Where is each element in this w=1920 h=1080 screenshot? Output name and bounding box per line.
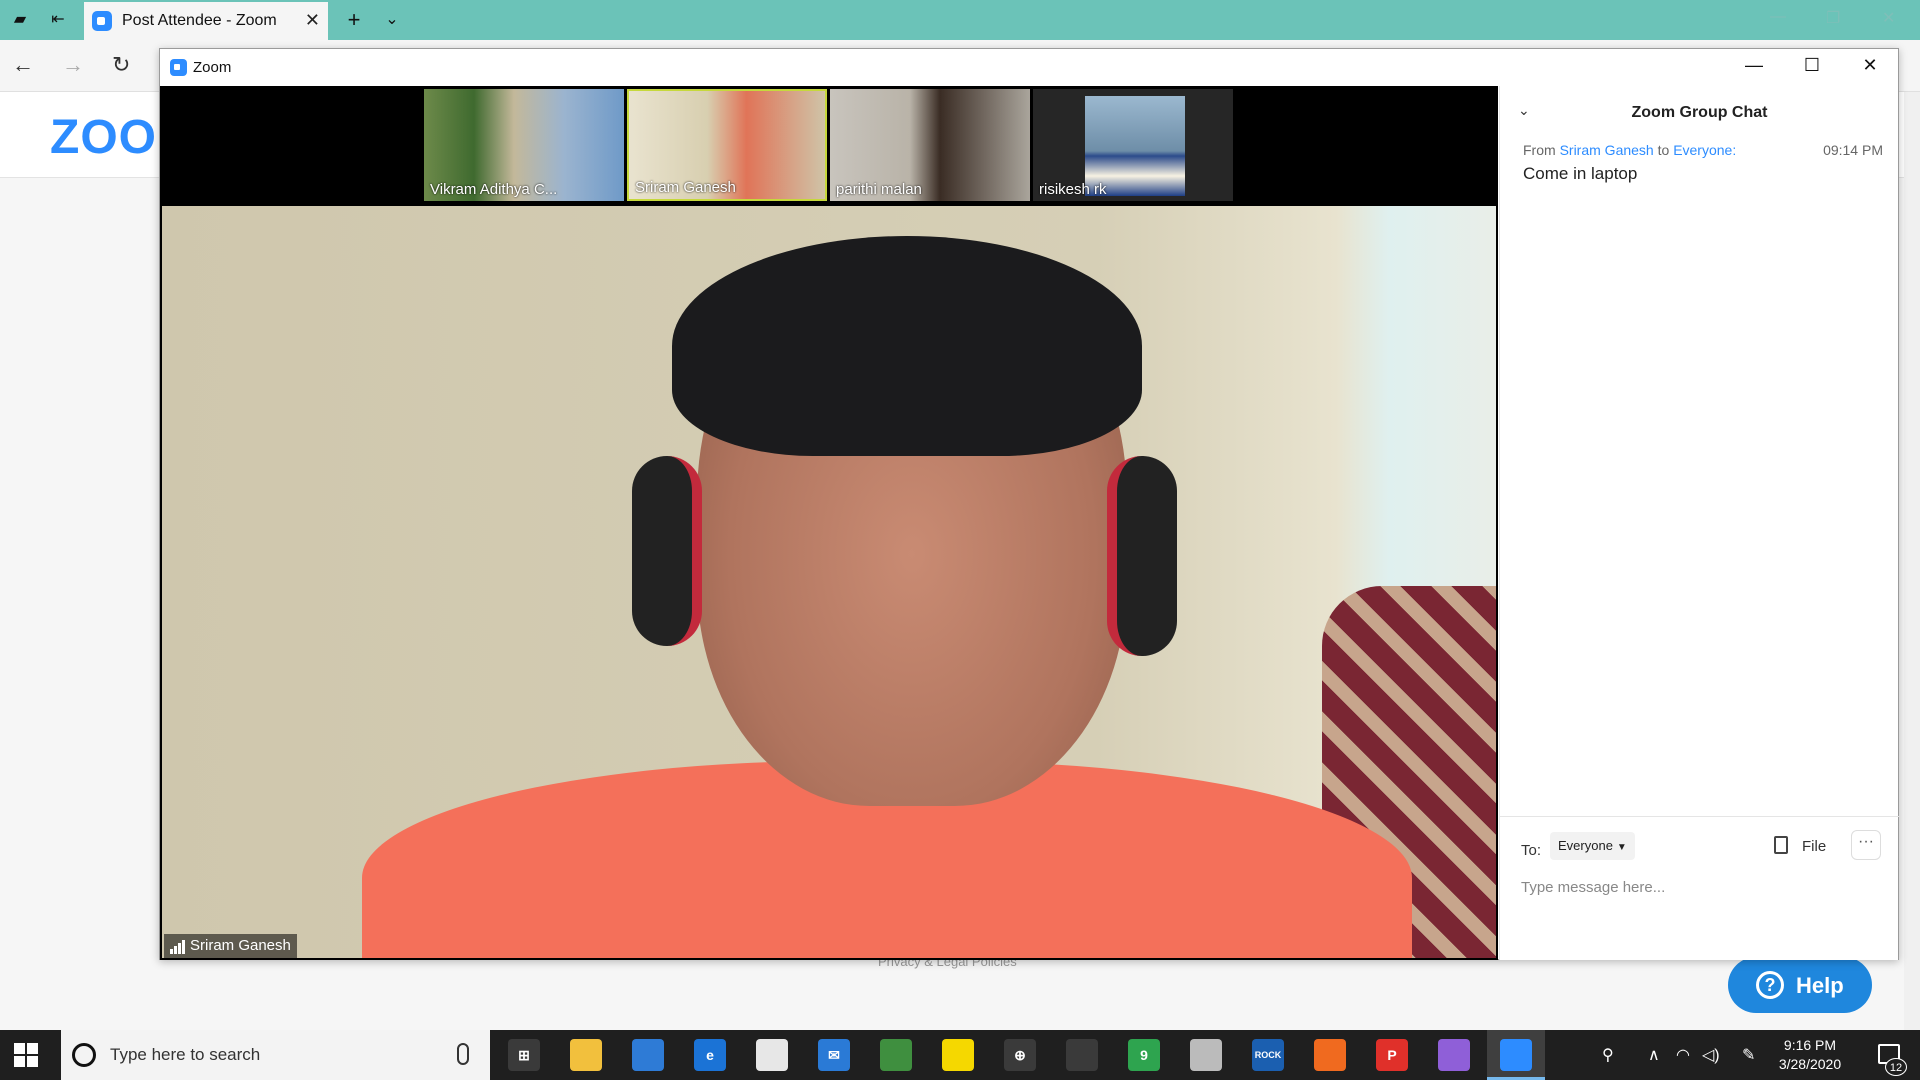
active-speaker-video[interactable]: Sriram Ganesh	[162, 206, 1496, 958]
task-view-icon[interactable]: ⊞	[508, 1039, 540, 1071]
zoom-window: Zoom — ☐ ✕ Vikram Adithya C... Sriram Ga…	[159, 48, 1899, 960]
video-area: Vikram Adithya C... Sriram Ganesh parith…	[160, 86, 1498, 960]
video-headset-left	[632, 456, 702, 646]
file-explorer-icon[interactable]	[570, 1039, 602, 1071]
zoom-close-icon[interactable]: ✕	[1858, 55, 1882, 76]
maps-pin-icon[interactable]	[1438, 1039, 1470, 1071]
mail-icon[interactable]: ✉	[818, 1039, 850, 1071]
participant-thumb[interactable]: Vikram Adithya C...	[424, 89, 624, 201]
signal-strength-icon	[170, 940, 186, 954]
chat-message: From Sriram Ganesh to Everyone: 09:14 PM…	[1523, 142, 1883, 184]
chat-collapse-chevron-icon[interactable]: ⌄	[1518, 102, 1530, 119]
tray-chevron-icon[interactable]: ∧	[1648, 1045, 1660, 1065]
sender-name[interactable]: Sriram Ganesh	[1560, 142, 1654, 158]
to-word: to	[1657, 142, 1670, 158]
new-tab-icon[interactable]: +	[342, 8, 366, 32]
tab-actions-icon[interactable]: ▰	[8, 8, 32, 32]
microphone-icon[interactable]	[457, 1043, 469, 1065]
rock-app-icon[interactable]: ROCK	[1252, 1039, 1284, 1071]
chat-title: Zoom Group Chat	[1631, 104, 1768, 121]
file-icon[interactable]	[1774, 836, 1788, 854]
zoom-window-title: Zoom	[193, 59, 232, 76]
zoom-maximize-icon[interactable]: ☐	[1800, 55, 1824, 76]
participant-name: Vikram Adithya C...	[430, 181, 558, 198]
chat-compose: To: Everyone ▼ File ···	[1500, 816, 1899, 960]
chrome-icon[interactable]: 9	[1128, 1039, 1160, 1071]
participant-thumb[interactable]: risikesh rk	[1033, 89, 1233, 201]
tabs-aside-icon[interactable]: ⇤	[46, 8, 70, 32]
pocket-icon[interactable]: P	[1376, 1039, 1408, 1071]
browser-minimize-icon[interactable]: —	[1770, 8, 1786, 26]
taskbar-clock[interactable]: 9:16 PM 3/28/2020	[1760, 1036, 1860, 1074]
help-button[interactable]: ? Help	[1728, 957, 1872, 1013]
clock-app-icon[interactable]	[756, 1039, 788, 1071]
chevron-down-icon: ▼	[1616, 842, 1627, 853]
recipient-select-value: Everyone	[1558, 838, 1613, 853]
participant-strip: Vikram Adithya C... Sriram Ganesh parith…	[160, 86, 1498, 203]
windows-taskbar: Type here to search ⊞ e ✉ ⊕ 9 ROCK P ⚲ ∧ ◠ ◁) …	[0, 1030, 1920, 1080]
back-arrow-icon[interactable]: ←	[12, 52, 34, 78]
participant-thumb-active[interactable]: Sriram Ganesh	[627, 89, 827, 201]
recipient-select[interactable]: Everyone ▼	[1550, 832, 1635, 860]
screen-icon[interactable]	[1190, 1039, 1222, 1071]
message-text: Come in laptop	[1523, 164, 1638, 183]
help-label: Help	[1796, 973, 1844, 998]
browser-close-icon[interactable]: ✕	[1882, 8, 1895, 28]
zoom-app-icon	[170, 59, 187, 76]
people-icon[interactable]: ⚲	[1602, 1045, 1614, 1065]
browser-tab-bar: ▰ ⇤ Post Attendee - Zoom ✕ + ⌄ — ❐ ✕	[0, 0, 1920, 40]
sticky-notes-icon[interactable]	[942, 1039, 974, 1071]
volume-icon[interactable]: ◁)	[1702, 1045, 1720, 1065]
zoom-titlebar: Zoom — ☐ ✕	[160, 49, 1898, 86]
pen-icon[interactable]: ✎	[1742, 1045, 1755, 1065]
participant-name: risikesh rk	[1039, 181, 1107, 198]
firefox-icon[interactable]	[1314, 1039, 1346, 1071]
notification-count-badge: 12	[1885, 1058, 1907, 1076]
active-speaker-label: Sriram Ganesh	[164, 934, 297, 958]
taskbar-search-box[interactable]: Type here to search	[61, 1030, 490, 1080]
to-label: To:	[1521, 842, 1542, 859]
tab-close-icon[interactable]: ✕	[305, 10, 320, 31]
crosshair-icon[interactable]: ⊕	[1004, 1039, 1036, 1071]
participant-name: Sriram Ganesh	[635, 179, 736, 196]
cortana-icon[interactable]	[72, 1043, 96, 1067]
zoom-favicon-icon	[92, 11, 112, 31]
search-placeholder: Type here to search	[110, 1045, 261, 1064]
video-headset-right	[1107, 456, 1177, 656]
participant-name: parithi malan	[836, 181, 922, 198]
tab-title: Post Attendee - Zoom	[122, 12, 277, 29]
file-button[interactable]: File	[1802, 838, 1826, 855]
refresh-icon[interactable]: ↻	[112, 52, 130, 78]
zoom-taskbar-icon[interactable]	[1500, 1039, 1532, 1071]
help-question-icon: ?	[1756, 971, 1784, 999]
forward-arrow-icon[interactable]: →	[62, 52, 84, 78]
clock-date: 3/28/2020	[1778, 1056, 1842, 1072]
network-icon[interactable]: ◠	[1676, 1045, 1690, 1065]
edge-icon[interactable]: e	[694, 1039, 726, 1071]
game-icon[interactable]	[1066, 1039, 1098, 1071]
store-icon[interactable]	[632, 1039, 664, 1071]
active-speaker-name: Sriram Ganesh	[190, 937, 291, 954]
message-input[interactable]	[1521, 872, 1881, 902]
recipient-name[interactable]: Everyone:	[1673, 142, 1736, 158]
clock-time: 9:16 PM	[1783, 1037, 1837, 1053]
tab-list-chevron-icon[interactable]: ⌄	[380, 8, 404, 32]
photos-icon[interactable]	[880, 1039, 912, 1071]
video-person-hair	[672, 236, 1142, 456]
zoom-minimize-icon[interactable]: —	[1742, 55, 1766, 76]
tab-post-attendee[interactable]: Post Attendee - Zoom ✕	[84, 2, 328, 40]
browser-restore-icon[interactable]: ❐	[1826, 8, 1840, 28]
participant-thumb[interactable]: parithi malan	[830, 89, 1030, 201]
page-scrollbar[interactable]	[1904, 92, 1920, 1030]
chat-panel: Zoom Group Chat ⌄ From Sriram Ganesh to …	[1499, 86, 1899, 960]
more-options-button[interactable]: ···	[1851, 830, 1881, 860]
message-time: 09:14 PM	[1823, 142, 1883, 158]
windows-start-icon[interactable]	[14, 1043, 38, 1067]
from-label: From	[1523, 142, 1556, 158]
